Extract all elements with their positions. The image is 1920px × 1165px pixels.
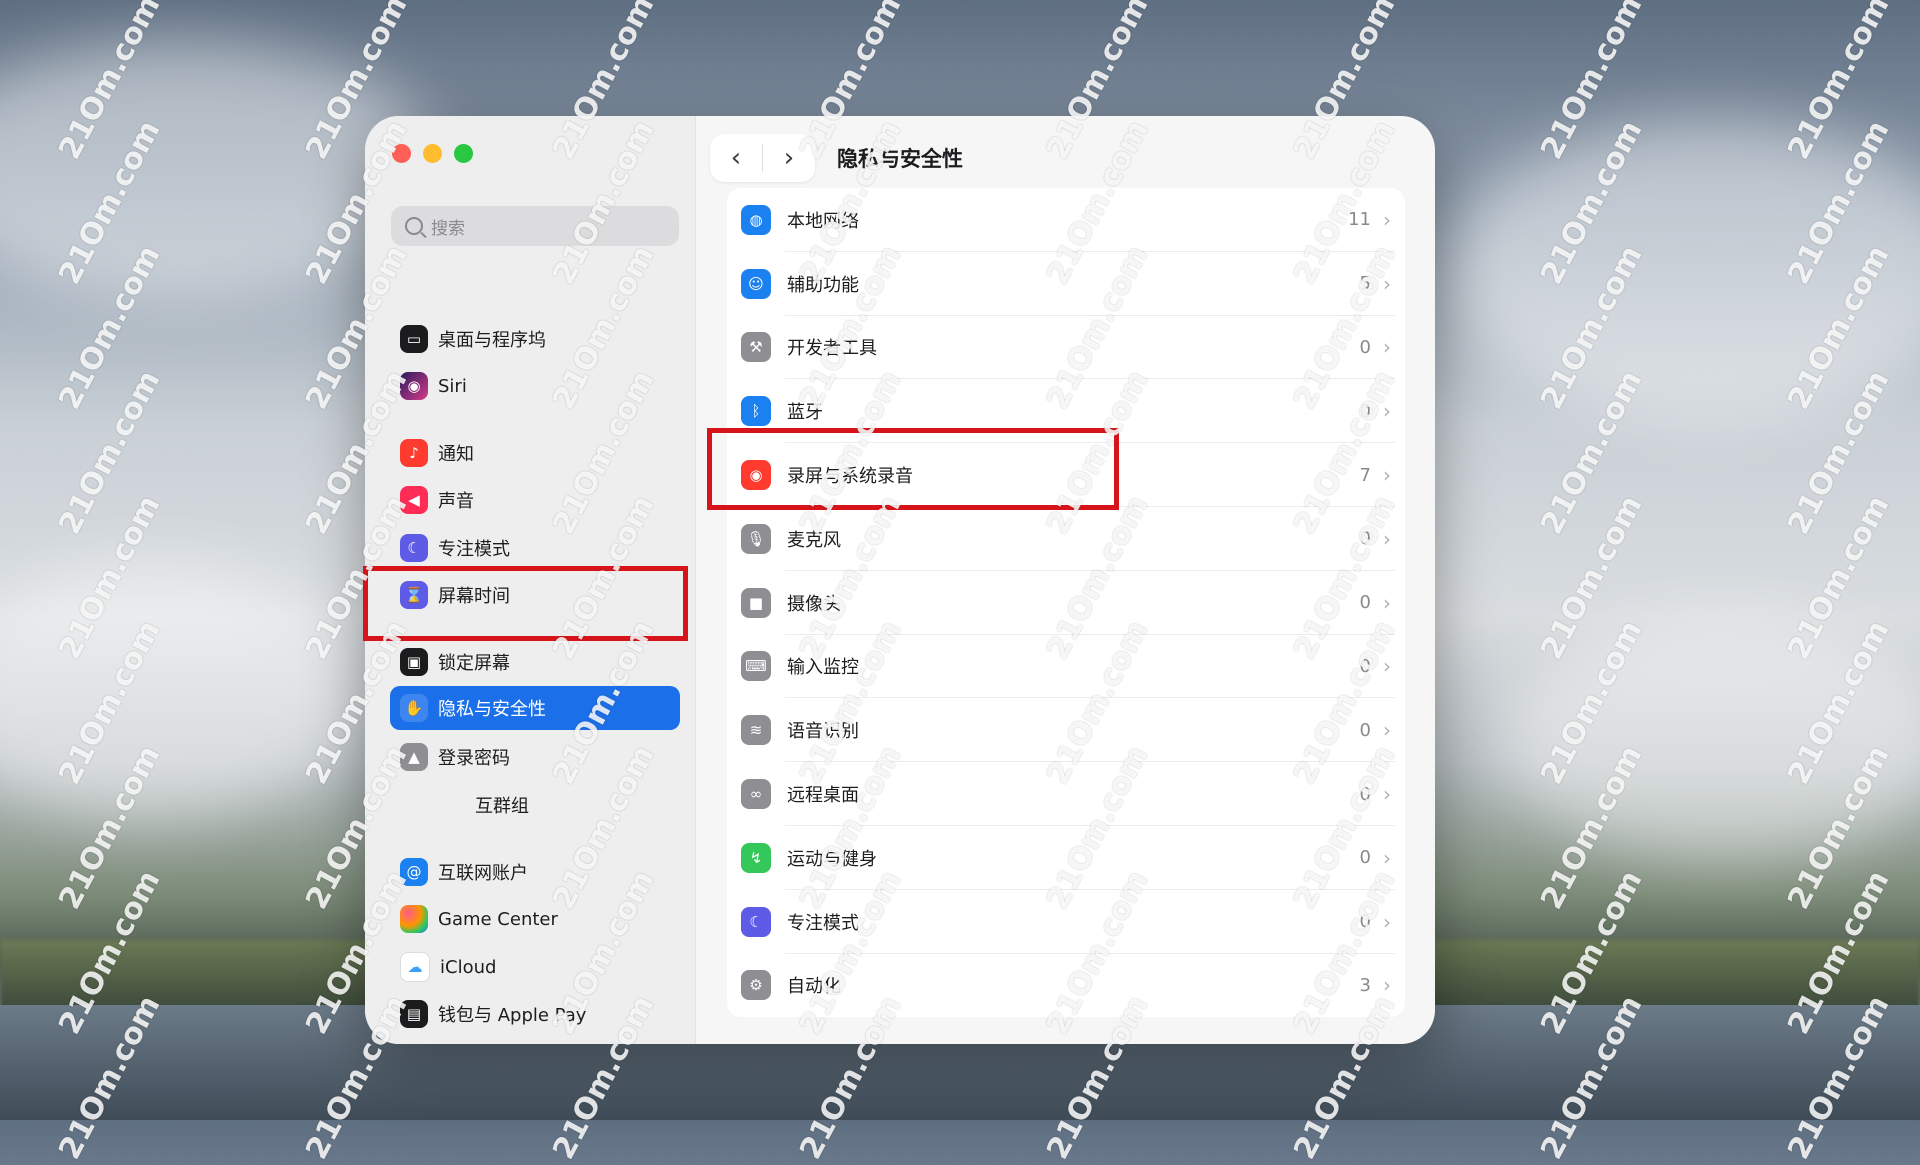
- row-count: 0: [1359, 336, 1371, 358]
- globe-icon: ◍: [741, 204, 771, 235]
- minimize-button[interactable]: [423, 144, 442, 163]
- row-count: 7: [1359, 464, 1371, 486]
- dock-icon: ▭: [400, 325, 428, 353]
- bluetooth-icon: ᛒ: [741, 396, 771, 427]
- camera-icon: ■: [741, 587, 771, 618]
- game-center-icon: [400, 905, 428, 933]
- sidebar-item-notifications[interactable]: ♪ 通知: [400, 436, 474, 470]
- row-count: 0: [1359, 719, 1371, 741]
- waveform-icon: ≋: [741, 715, 771, 746]
- at-icon: @: [400, 858, 428, 886]
- sidebar-item-game-center[interactable]: Game Center: [400, 902, 558, 936]
- row-count: 3: [1359, 974, 1371, 996]
- sidebar-item-desktop-dock[interactable]: ▭ 桌面与程序坞: [400, 322, 546, 356]
- chevron-right-icon: ›: [1383, 590, 1391, 615]
- row-input-monitoring[interactable]: ⌨ 输入监控 0 ›: [727, 635, 1405, 699]
- moon-icon: ☾: [741, 906, 771, 937]
- microphone-icon: 🎙: [741, 523, 771, 554]
- row-local-network[interactable]: ◍ 本地网络 11 ›: [727, 188, 1405, 252]
- sidebar-item-sound[interactable]: ◀ 声音: [400, 483, 474, 517]
- row-speech-recognition[interactable]: ≋ 语音识别 0 ›: [727, 698, 1405, 762]
- close-button[interactable]: [392, 144, 411, 163]
- fitness-icon: ↯: [741, 842, 771, 873]
- row-count: 0: [1359, 528, 1371, 550]
- wallet-icon: ▤: [400, 1000, 428, 1028]
- accessibility-icon: ☺: [741, 268, 771, 299]
- sidebar-item-internet-accounts[interactable]: @ 互联网账户: [400, 855, 528, 889]
- chevron-right-icon: ›: [1383, 718, 1391, 743]
- row-motion-fitness[interactable]: ↯ 运动与健身 0 ›: [727, 826, 1405, 890]
- sidebar-item-privacy-security[interactable]: ✋ 隐私与安全性: [390, 686, 680, 730]
- row-automation[interactable]: ⚙ 自动化 3 ›: [727, 954, 1405, 1018]
- sidebar-item-focus[interactable]: ☾ 专注模式: [400, 531, 510, 565]
- row-count: 5: [1359, 273, 1371, 295]
- row-remote-desktop[interactable]: ∞ 远程桌面 0 ›: [727, 762, 1405, 826]
- navigation-buttons: ‹ ›: [710, 134, 815, 182]
- privacy-category-list: ◍ 本地网络 11 › ☺ 辅助功能 5 › ⚒ 开发者工具 0 › ᛒ 蓝牙 …: [727, 188, 1405, 1018]
- chevron-right-icon: ›: [1383, 207, 1391, 232]
- toolbar: ‹ › 隐私与安全性: [710, 128, 963, 188]
- chevron-right-icon: ›: [1383, 654, 1391, 679]
- search-input[interactable]: 搜索: [391, 206, 679, 246]
- row-focus[interactable]: ☾ 专注模式 0 ›: [727, 890, 1405, 954]
- hand-icon: ✋: [400, 694, 428, 722]
- row-microphone[interactable]: 🎙 麦克风 0 ›: [727, 507, 1405, 571]
- row-accessibility[interactable]: ☺ 辅助功能 5 ›: [727, 252, 1405, 316]
- sidebar-item-login-password[interactable]: ▲ 登录密码: [400, 740, 510, 774]
- row-count: 0: [1359, 911, 1371, 933]
- window-controls: [392, 144, 473, 163]
- lock-icon: ▲: [400, 743, 428, 771]
- chevron-right-icon: ›: [1383, 271, 1391, 296]
- back-button[interactable]: ‹: [710, 134, 762, 182]
- row-count: 0: [1359, 847, 1371, 869]
- zoom-button[interactable]: [454, 144, 473, 163]
- row-camera[interactable]: ■ 摄像头 0 ›: [727, 571, 1405, 635]
- sidebar-item-wallet[interactable]: ▤ 钱包与 Apple Pay: [400, 997, 586, 1031]
- cloud-icon: ☁: [400, 952, 430, 982]
- gears-icon: ⚙: [741, 970, 771, 1001]
- sidebar-item-siri[interactable]: ◉ Siri: [400, 369, 467, 403]
- chevron-right-icon: ›: [1383, 909, 1391, 934]
- chevron-right-icon: ›: [1383, 845, 1391, 870]
- chevron-right-icon: ›: [1383, 335, 1391, 360]
- chevron-right-icon: ›: [1383, 399, 1391, 424]
- page-title: 隐私与安全性: [837, 147, 963, 171]
- row-count: 0: [1359, 592, 1371, 614]
- moon-icon: ☾: [400, 534, 428, 562]
- lock-screen-icon: ▣: [400, 648, 428, 676]
- hammer-icon: ⚒: [741, 332, 771, 363]
- sidebar-item-icloud[interactable]: ☁ iCloud: [400, 950, 496, 984]
- row-count: 0: [1359, 400, 1371, 422]
- bell-icon: ♪: [400, 439, 428, 467]
- binoculars-icon: ∞: [741, 779, 771, 810]
- speaker-icon: ◀: [400, 486, 428, 514]
- chevron-right-icon: ›: [1383, 463, 1391, 488]
- row-count: 0: [1359, 655, 1371, 677]
- sidebar-item-groups[interactable]: 互群组: [475, 788, 529, 822]
- chevron-right-icon: ›: [1383, 973, 1391, 998]
- highlight-box-privacy-security: [363, 566, 688, 641]
- chevron-right-icon: ›: [1383, 526, 1391, 551]
- keyboard-monitor-icon: ⌨: [741, 651, 771, 682]
- row-count: 0: [1359, 783, 1371, 805]
- highlight-box-screen-recording: [707, 428, 1119, 510]
- row-developer-tools[interactable]: ⚒ 开发者工具 0 ›: [727, 316, 1405, 380]
- search-icon: [405, 217, 423, 235]
- search-placeholder: 搜索: [431, 218, 465, 239]
- siri-icon: ◉: [400, 372, 428, 400]
- forward-button[interactable]: ›: [763, 134, 815, 182]
- row-count: 11: [1348, 209, 1371, 231]
- chevron-right-icon: ›: [1383, 782, 1391, 807]
- sidebar-item-lock-screen[interactable]: ▣ 锁定屏幕: [400, 645, 510, 679]
